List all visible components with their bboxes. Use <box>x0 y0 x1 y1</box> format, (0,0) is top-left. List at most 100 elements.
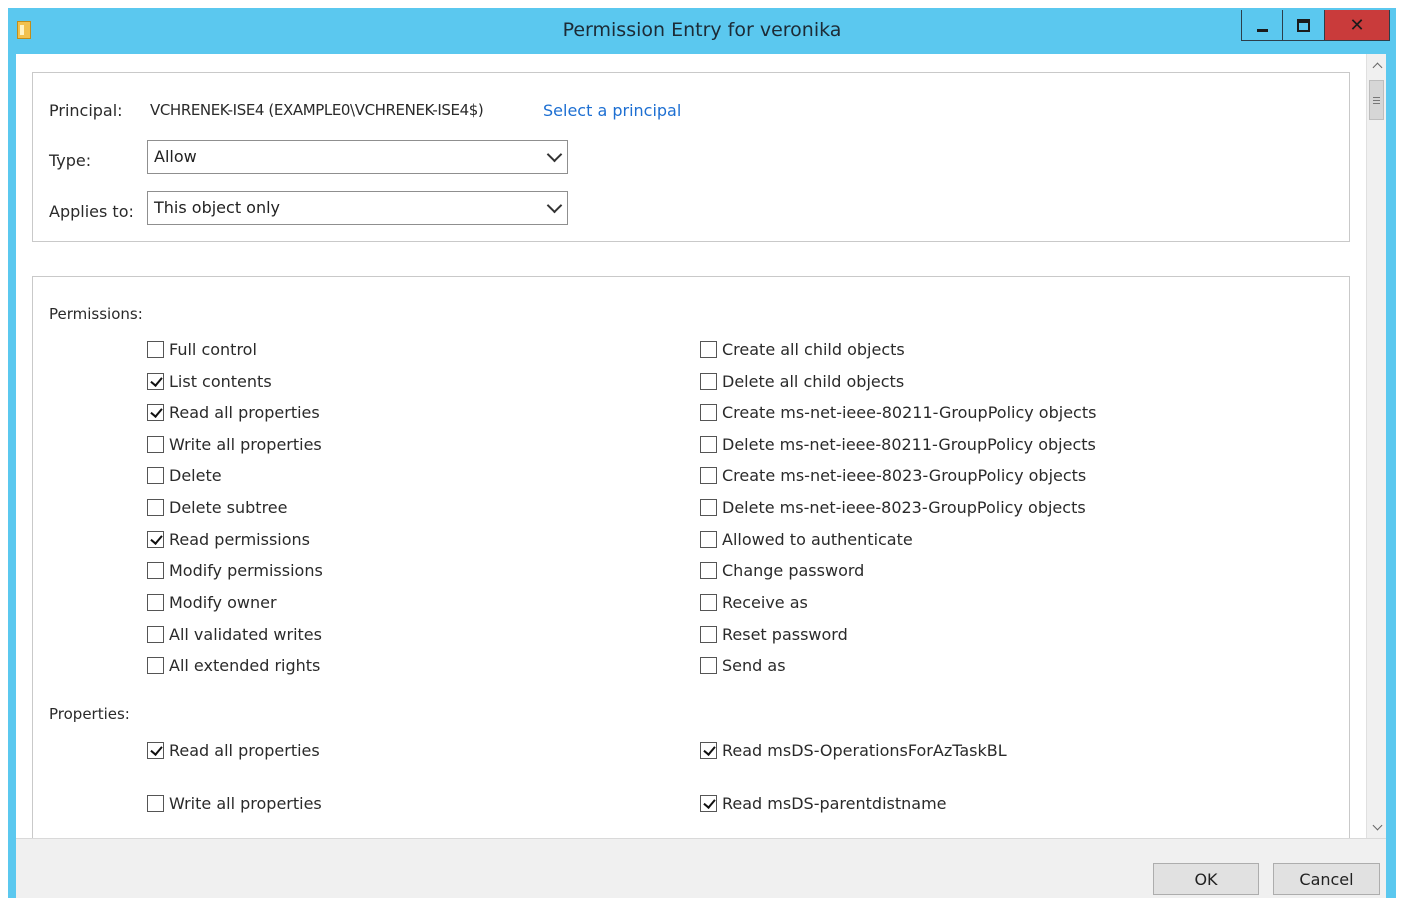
checkbox[interactable] <box>700 741 717 759</box>
checkbox-label: Write all properties <box>169 793 322 813</box>
minimize-icon <box>1256 28 1268 32</box>
perm-modify-owner[interactable]: Modify owner <box>147 591 277 613</box>
checkbox-label: Create all child objects <box>722 339 905 359</box>
principal-label: Principal: <box>49 101 123 120</box>
minimize-button[interactable] <box>1241 10 1283 41</box>
chevron-down-icon <box>546 146 563 163</box>
perm-delete-all-child-objects[interactable]: Delete all child objects <box>700 370 904 392</box>
prop-read-all-properties[interactable]: Read all properties <box>147 739 320 761</box>
perm-change-password[interactable]: Change password <box>700 559 864 581</box>
checkbox[interactable] <box>700 498 717 516</box>
cancel-button[interactable]: Cancel <box>1273 863 1380 895</box>
checkbox[interactable] <box>700 656 717 674</box>
checkbox[interactable] <box>700 794 717 812</box>
checkbox-label: All extended rights <box>169 655 321 675</box>
perm-modify-permissions[interactable]: Modify permissions <box>147 559 323 581</box>
checkbox-label: Allowed to authenticate <box>722 529 913 549</box>
perm-all-extended-rights[interactable]: All extended rights <box>147 654 320 676</box>
perm-read-permissions[interactable]: Read permissions <box>147 528 310 550</box>
scroll-up-button[interactable] <box>1367 54 1386 76</box>
checkbox-label: Delete ms-net-ieee-80211-GroupPolicy obj… <box>722 434 1096 454</box>
perm-receive-as[interactable]: Receive as <box>700 591 808 613</box>
perm-list-contents[interactable]: List contents <box>147 370 272 392</box>
checkbox[interactable] <box>700 435 717 453</box>
principal-panel: Principal: VCHRENEK-ISE4 (EXAMPLE0\VCHRE… <box>32 72 1350 242</box>
checkbox[interactable] <box>700 625 717 643</box>
prop-write-all-properties[interactable]: Write all properties <box>147 792 322 814</box>
checkbox[interactable] <box>147 498 164 516</box>
perm-send-as[interactable]: Send as <box>700 654 786 676</box>
checkbox-label: Full control <box>169 339 257 359</box>
checkbox-label: Read msDS-parentdistname <box>722 793 947 813</box>
close-icon: ✕ <box>1349 14 1365 36</box>
grip-line <box>1373 102 1380 104</box>
scroll-down-button[interactable] <box>1367 816 1386 838</box>
perm-full-control[interactable]: Full control <box>147 338 257 360</box>
perm-write-all-properties[interactable]: Write all properties <box>147 433 322 455</box>
checkbox-label: Send as <box>722 655 786 675</box>
checkbox[interactable] <box>147 435 164 453</box>
checkbox[interactable] <box>147 593 164 611</box>
perm-read-all-properties[interactable]: Read all properties <box>147 401 320 423</box>
type-label: Type: <box>49 151 92 170</box>
checkbox-label: Write all properties <box>169 434 322 454</box>
perm-create-8023-grouppolicy[interactable]: Create ms-net-ieee-8023-GroupPolicy obje… <box>700 464 1086 486</box>
perm-create-80211-grouppolicy[interactable]: Create ms-net-ieee-80211-GroupPolicy obj… <box>700 401 1096 423</box>
checkbox-label: Create ms-net-ieee-8023-GroupPolicy obje… <box>722 465 1087 485</box>
type-dropdown[interactable]: Allow <box>147 140 568 174</box>
vertical-scrollbar[interactable] <box>1366 54 1386 838</box>
chevron-up-icon <box>1372 62 1382 72</box>
checkbox[interactable] <box>147 741 164 759</box>
perm-delete-80211-grouppolicy[interactable]: Delete ms-net-ieee-80211-GroupPolicy obj… <box>700 433 1096 455</box>
perm-allowed-to-authenticate[interactable]: Allowed to authenticate <box>700 528 913 550</box>
checkbox-label: Read permissions <box>169 529 310 549</box>
scrollbar-thumb[interactable] <box>1369 80 1384 120</box>
checkbox-label: Delete <box>169 465 222 485</box>
checkbox[interactable] <box>700 561 717 579</box>
select-principal-link[interactable]: Select a principal <box>543 101 681 120</box>
window-title: Permission Entry for veronika <box>562 19 842 41</box>
title-bar[interactable]: Permission Entry for veronika ✕ <box>8 8 1396 54</box>
prop-read-msds-operationsforaztaskbl[interactable]: Read msDS-OperationsForAzTaskBL <box>700 739 1007 761</box>
close-button[interactable]: ✕ <box>1325 10 1390 41</box>
perm-create-all-child-objects[interactable]: Create all child objects <box>700 338 905 360</box>
checkbox[interactable] <box>700 340 717 358</box>
checkbox[interactable] <box>147 340 164 358</box>
type-dropdown-value: Allow <box>154 147 197 166</box>
permissions-panel: Permissions: Full control List contents … <box>32 276 1350 838</box>
checkbox[interactable] <box>700 593 717 611</box>
checkbox[interactable] <box>700 403 717 421</box>
checkbox[interactable] <box>147 561 164 579</box>
chevron-down-icon <box>546 197 563 214</box>
perm-delete-8023-grouppolicy[interactable]: Delete ms-net-ieee-8023-GroupPolicy obje… <box>700 496 1086 518</box>
checkbox[interactable] <box>147 656 164 674</box>
grip-line <box>1373 96 1380 98</box>
checkbox[interactable] <box>147 794 164 812</box>
checkbox[interactable] <box>147 530 164 548</box>
perm-delete[interactable]: Delete <box>147 464 222 486</box>
checkbox-label: Modify owner <box>169 592 277 612</box>
checkbox[interactable] <box>700 466 717 484</box>
checkbox[interactable] <box>147 625 164 643</box>
dialog-content: Principal: VCHRENEK-ISE4 (EXAMPLE0\VCHRE… <box>16 54 1386 838</box>
checkbox[interactable] <box>147 403 164 421</box>
prop-read-msds-parentdistname[interactable]: Read msDS-parentdistname <box>700 792 947 814</box>
checkbox[interactable] <box>147 372 164 390</box>
checkbox[interactable] <box>147 466 164 484</box>
applies-to-dropdown-value: This object only <box>154 198 281 217</box>
checkbox[interactable] <box>700 372 717 390</box>
perm-all-validated-writes[interactable]: All validated writes <box>147 623 322 645</box>
checkbox-label: Read all properties <box>169 740 320 760</box>
applies-to-dropdown[interactable]: This object only <box>147 191 568 225</box>
maximize-icon <box>1297 18 1310 32</box>
perm-reset-password[interactable]: Reset password <box>700 623 848 645</box>
checkbox[interactable] <box>700 530 717 548</box>
perm-delete-subtree[interactable]: Delete subtree <box>147 496 287 518</box>
ok-button[interactable]: OK <box>1153 863 1259 895</box>
chevron-down-icon <box>1372 820 1382 830</box>
principal-value: VCHRENEK-ISE4 (EXAMPLE0\VCHRENEK-ISE4$) <box>150 101 484 119</box>
checkbox-label: Read msDS-OperationsForAzTaskBL <box>722 740 1007 760</box>
maximize-button[interactable] <box>1283 10 1325 41</box>
checkbox-label: All validated writes <box>169 624 322 644</box>
checkbox-label: Change password <box>722 560 865 580</box>
